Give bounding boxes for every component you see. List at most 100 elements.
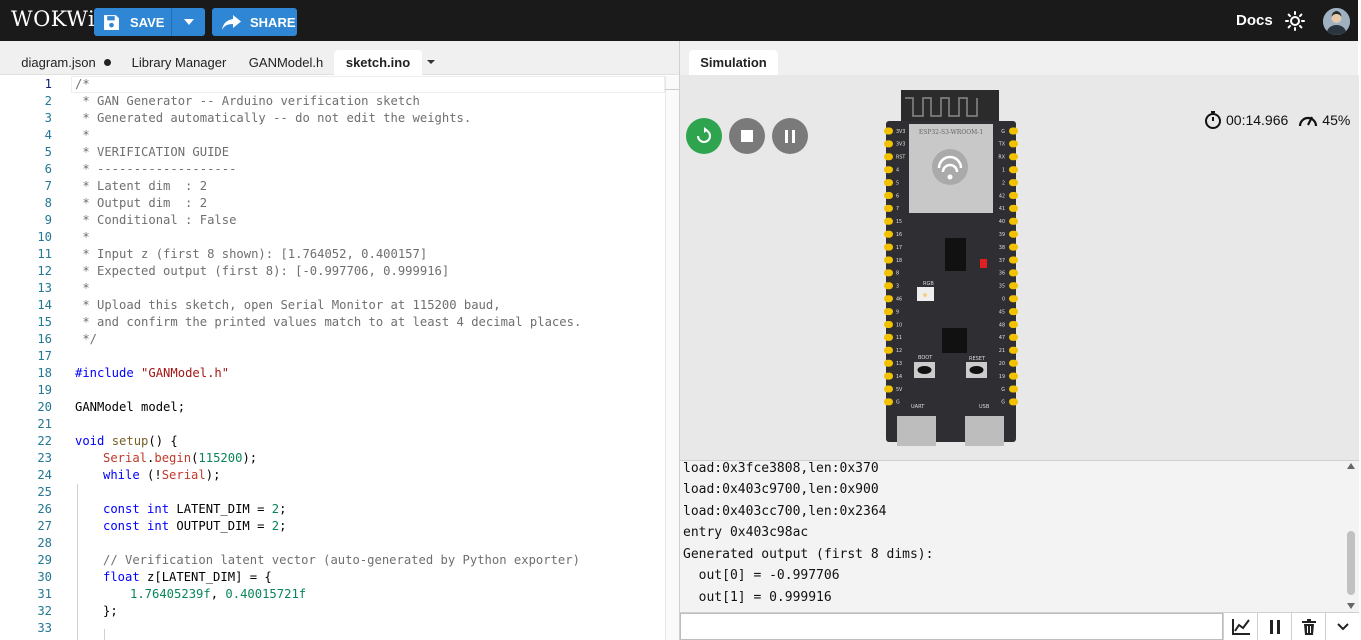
tab-menu-caret-icon[interactable] xyxy=(424,55,438,69)
left-pin-pad[interactable] xyxy=(884,333,893,341)
left-pin-pad[interactable] xyxy=(884,243,893,251)
serial-monitor[interactable]: load:0x3fce3808,len:0x370 load:0x403c970… xyxy=(680,460,1359,612)
right-pin-pad[interactable] xyxy=(1009,359,1018,367)
right-pin-pad[interactable] xyxy=(1009,372,1018,380)
right-pin-pad[interactable] xyxy=(1009,192,1018,199)
clear-serial-button[interactable] xyxy=(1291,613,1325,640)
chevron-down-icon xyxy=(1336,622,1349,630)
left-pin-pad[interactable] xyxy=(884,127,893,135)
right-pin-pad[interactable] xyxy=(1009,398,1018,406)
line-number: 11 xyxy=(37,247,52,261)
right-pin-pad[interactable] xyxy=(1009,140,1018,148)
code-token: "GANModel.h" xyxy=(141,366,230,380)
user-avatar[interactable] xyxy=(1323,8,1350,35)
left-pin-pad[interactable] xyxy=(884,153,893,161)
code-line: 30 float z[LATENT_DIM] = { xyxy=(0,569,665,586)
left-pin-pad[interactable] xyxy=(884,295,893,303)
left-pin-pad[interactable] xyxy=(884,217,893,225)
tab-ganmodel-h[interactable]: GANModel.h xyxy=(240,50,332,75)
plotter-button[interactable] xyxy=(1223,613,1257,640)
line-number: 22 xyxy=(37,434,52,448)
pause-serial-button[interactable] xyxy=(1257,613,1291,640)
esp32-s3-board[interactable]: ESP32-S3-WROOM-1 RGB BOOT RESET UART USB… xyxy=(883,90,1023,446)
left-pin-pad[interactable] xyxy=(884,308,893,316)
code-line: 15 * and confirm the printed values matc… xyxy=(0,314,665,331)
left-pin-pad[interactable] xyxy=(884,230,893,238)
right-pin-pad[interactable] xyxy=(1009,333,1018,341)
right-pin-pad[interactable] xyxy=(1009,243,1018,251)
scroll-up-icon[interactable] xyxy=(1347,463,1355,469)
serial-scrollbar[interactable] xyxy=(1344,461,1358,613)
code-token: 1.76405239f xyxy=(130,587,211,601)
right-pin-pad[interactable] xyxy=(1009,230,1018,238)
right-pin-pad[interactable] xyxy=(1009,269,1018,277)
left-pin-pad[interactable] xyxy=(884,204,893,212)
stop-simulation-button[interactable] xyxy=(729,118,765,154)
right-pin-pad[interactable] xyxy=(1009,321,1018,328)
line-number: 25 xyxy=(37,485,52,499)
left-pin-pad[interactable] xyxy=(884,256,893,264)
right-pin-pad[interactable] xyxy=(1009,153,1018,161)
right-pin-pad[interactable] xyxy=(1009,204,1018,212)
left-pin-pad[interactable] xyxy=(884,372,893,380)
right-pin-pad[interactable] xyxy=(1009,295,1018,303)
collapse-serial-button[interactable] xyxy=(1325,613,1359,640)
code-token: const xyxy=(103,502,140,516)
share-button[interactable]: SHARE xyxy=(212,8,297,36)
serial-scroll-thumb[interactable] xyxy=(1347,531,1355,595)
left-pin-pad[interactable] xyxy=(884,192,893,199)
right-pin-pad[interactable] xyxy=(1009,385,1018,393)
simulation-canvas[interactable]: 00:14.966 45% ESP32-S3-WROOM-1 RGB BOOT … xyxy=(680,75,1359,460)
wokwi-logo[interactable]: WOKWi xyxy=(11,7,95,31)
left-pin-pad[interactable] xyxy=(884,179,893,187)
left-pin-pad[interactable] xyxy=(884,269,893,277)
pause-simulation-button[interactable] xyxy=(772,118,808,154)
left-pin-pad[interactable] xyxy=(884,166,893,174)
left-pin-label: 5V xyxy=(896,387,903,393)
serial-input[interactable] xyxy=(680,613,1223,640)
left-pin-label: 15 xyxy=(896,219,902,225)
code-line: 31 1.76405239f, 0.40015721f xyxy=(0,586,665,603)
simulation-panel: Simulation 00:14.966 45% ESP32-S3-WROOM-… xyxy=(679,41,1359,640)
code-token: ; xyxy=(279,502,287,516)
top-bar: WOKWi SAVE SHARE Docs xyxy=(0,0,1361,41)
right-pin-pad[interactable] xyxy=(1009,256,1018,264)
save-dropdown-button[interactable] xyxy=(171,8,205,36)
right-pin-label: 39 xyxy=(999,232,1005,238)
left-pin-pad[interactable] xyxy=(884,398,893,406)
unsaved-dot-icon xyxy=(103,59,111,66)
left-pin-pad[interactable] xyxy=(884,321,893,328)
code-text: * Expected output (first 8): [-0.997706,… xyxy=(75,264,450,278)
right-pin-label: 21 xyxy=(999,348,1005,354)
editor-scrollbar[interactable] xyxy=(665,76,679,640)
tab-diagram-json[interactable]: diagram.json xyxy=(13,50,119,75)
left-pin-pad[interactable] xyxy=(884,140,893,148)
line-number: 29 xyxy=(37,553,52,567)
code-area[interactable]: 1 /* 2 * GAN Generator -- Arduino verific… xyxy=(0,76,665,640)
right-pin-pad[interactable] xyxy=(1009,346,1018,354)
right-pin-pad[interactable] xyxy=(1009,166,1018,174)
line-number: 17 xyxy=(37,349,52,363)
simulation-speed: 45% xyxy=(1298,111,1350,129)
left-pin-pad[interactable] xyxy=(884,385,893,393)
code-line: 6 * ------------------- xyxy=(0,161,665,178)
right-pin-pad[interactable] xyxy=(1009,217,1018,225)
tab-simulation[interactable]: Simulation xyxy=(689,50,778,75)
left-pin-pad[interactable] xyxy=(884,282,893,290)
restart-simulation-button[interactable] xyxy=(686,118,722,154)
left-pin-pad[interactable] xyxy=(884,346,893,354)
right-pin-pad[interactable] xyxy=(1009,127,1018,135)
tab-library-manager[interactable]: Library Manager xyxy=(124,50,234,75)
right-pin-pad[interactable] xyxy=(1009,179,1018,187)
line-number: 10 xyxy=(37,230,52,244)
scroll-down-icon[interactable] xyxy=(1347,603,1355,609)
uart-usb-port xyxy=(897,416,936,446)
tab-sketch-ino[interactable]: sketch.ino xyxy=(334,50,422,75)
left-pin-pad[interactable] xyxy=(884,359,893,367)
right-pin-pad[interactable] xyxy=(1009,308,1018,316)
sun-icon[interactable] xyxy=(1285,11,1305,31)
right-pin-pad[interactable] xyxy=(1009,282,1018,290)
save-button[interactable]: SAVE xyxy=(94,8,170,36)
docs-link[interactable]: Docs xyxy=(1236,12,1273,29)
code-text: * and confirm the printed values match t… xyxy=(75,315,582,329)
